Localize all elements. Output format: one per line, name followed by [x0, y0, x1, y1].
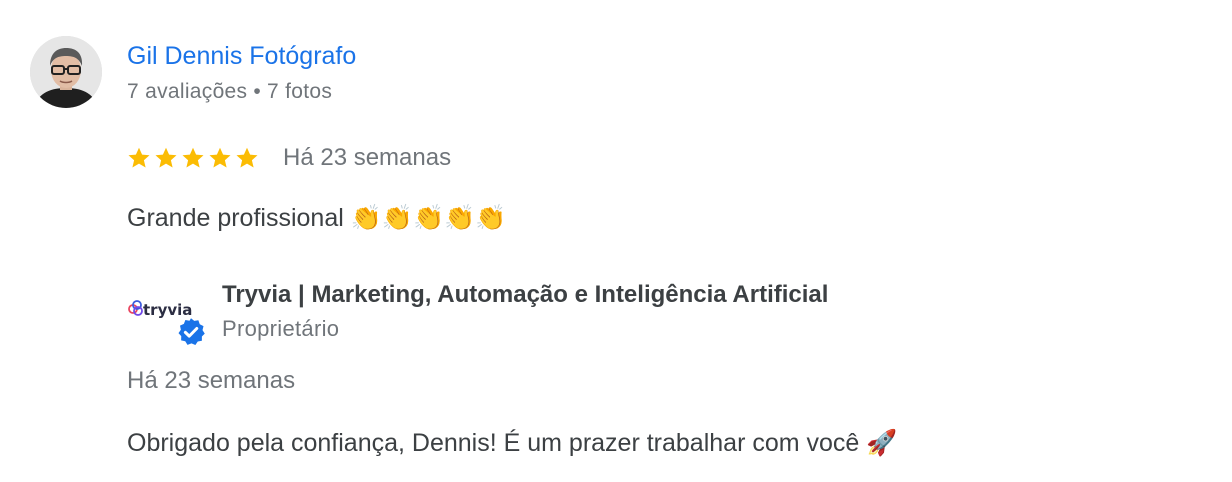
review-card: Gil Dennis Fotógrafo 7 avaliações • 7 foto… — [0, 0, 1232, 482]
star-icon — [209, 147, 231, 168]
reply-date: Há 23 semanas — [127, 367, 296, 394]
verified-badge-icon — [176, 317, 206, 347]
review-date: Há 23 semanas — [283, 144, 452, 171]
avatar[interactable] — [30, 36, 102, 108]
star-icon — [236, 147, 258, 168]
star-icon — [182, 147, 204, 168]
star-rating — [127, 146, 259, 170]
owner-name: Tryvia | Marketing, Automação e Inteligê… — [222, 281, 829, 308]
owner-role: Proprietário — [222, 316, 340, 341]
rating-row: Há 23 semanas — [127, 141, 451, 175]
meta-separator: • — [253, 80, 261, 103]
author-meta: 7 avaliações • 7 fotos — [127, 78, 332, 106]
reviews-count: 7 avaliações — [127, 80, 248, 103]
photos-count: 7 fotos — [267, 80, 333, 103]
review-text: Grande profissional 👏👏👏👏👏 — [127, 204, 507, 232]
reply-text: Obrigado pela confiança, Dennis! É um pr… — [127, 429, 898, 457]
star-icon — [128, 147, 150, 168]
author-name-link[interactable]: Gil Dennis Fotógrafo — [127, 38, 356, 74]
avatar-photo — [30, 36, 102, 108]
star-icon — [155, 147, 177, 168]
